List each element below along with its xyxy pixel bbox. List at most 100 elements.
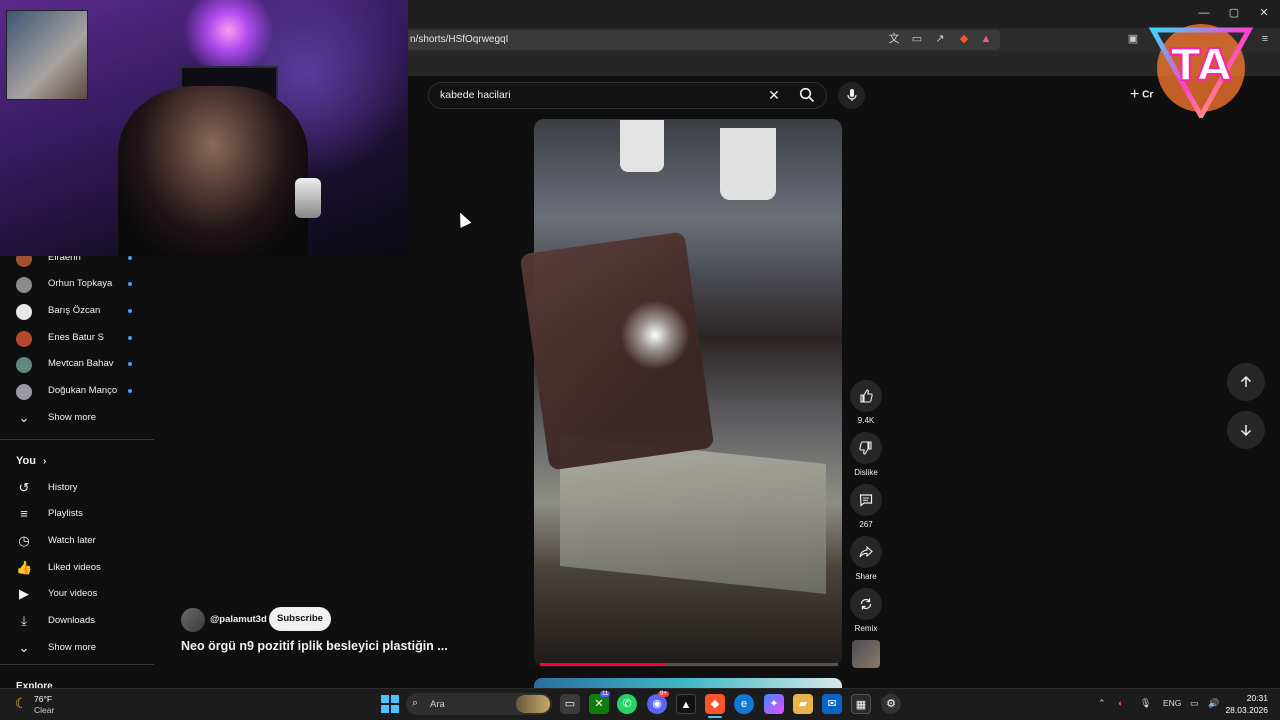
search-highlight-image: [516, 695, 550, 713]
you-section-heading[interactable]: You ›: [16, 455, 46, 467]
subscriptions-show-more[interactable]: ⌄ Show more: [0, 405, 154, 431]
copilot-icon[interactable]: ✦: [764, 694, 784, 714]
microsoft-store-icon[interactable]: ▦: [851, 694, 871, 714]
search-icon: [799, 87, 815, 103]
new-content-dot: [128, 309, 132, 313]
clock-date[interactable]: 28.03.2026: [1222, 705, 1268, 715]
history-icon: ↺: [18, 480, 30, 495]
channel-handle[interactable]: @palamut3d: [210, 614, 267, 625]
new-content-dot: [128, 336, 132, 340]
edge-icon[interactable]: e: [734, 694, 754, 714]
clock-time[interactable]: 20:31: [1222, 693, 1268, 703]
sidebar-item-downloads[interactable]: ⤓ Downloads: [0, 608, 154, 634]
liked-videos-icon: 👍: [16, 560, 33, 575]
show-hidden-icons[interactable]: ⌃: [1098, 698, 1106, 709]
comment-count: 267: [859, 520, 873, 529]
windows-logo-icon: [381, 695, 389, 703]
brave-rewards-icon[interactable]: ▲: [979, 33, 993, 45]
sidebar-item-playlists[interactable]: ≡ Playlists: [0, 501, 154, 527]
you-show-more[interactable]: ⌄ Show more: [0, 635, 154, 661]
sidebar-sub-enes-batur[interactable]: Enes Batur S: [0, 325, 154, 351]
chevron-down-icon: ⌄: [18, 640, 30, 655]
sidebar-sub-mevtcan-bahav[interactable]: Mevtcan Bahav: [0, 351, 154, 377]
cast-icon[interactable]: ▭: [910, 33, 924, 45]
dislike-button[interactable]: [850, 432, 882, 464]
chevron-right-icon: ›: [43, 456, 47, 467]
arrow-up-icon: [1240, 375, 1252, 387]
translate-icon[interactable]: 文: [887, 33, 901, 45]
task-view-icon[interactable]: ▭: [560, 694, 580, 714]
moon-icon[interactable]: ☾: [12, 694, 30, 712]
channel-avatar-small[interactable]: [852, 640, 880, 668]
sidebar-item-history[interactable]: ↺ History: [0, 475, 154, 501]
arrow-down-icon: [1240, 425, 1252, 437]
taskbar-search-placeholder: Ara: [430, 699, 445, 710]
new-content-dot: [128, 282, 132, 286]
file-explorer-icon[interactable]: ▰: [793, 694, 813, 714]
channel-avatar[interactable]: [181, 608, 205, 632]
subscription-name: Doğukan Manço: [48, 385, 118, 396]
sidebar-sub-dogukan-manco[interactable]: Doğukan Manço: [0, 378, 154, 404]
whatsapp-icon[interactable]: ✆: [617, 694, 637, 714]
recording-app-icon[interactable]: ◐: [1118, 698, 1123, 708]
video-scene-spool: [720, 128, 776, 200]
sidebar-divider: [0, 439, 154, 440]
next-short-button[interactable]: [1227, 411, 1265, 449]
comments-button[interactable]: [850, 484, 882, 516]
brave-shields-icon[interactable]: ◆: [957, 33, 971, 45]
chevron-down-icon: ⌄: [18, 410, 30, 425]
xbox-icon[interactable]: ✕: [589, 694, 609, 714]
search-button[interactable]: [792, 83, 822, 107]
close-window-button[interactable]: ✕: [1256, 6, 1272, 20]
like-button[interactable]: [850, 380, 882, 412]
terminal-icon[interactable]: ▲: [676, 694, 696, 714]
dislike-label: Dislike: [854, 468, 878, 477]
avatar: [16, 277, 32, 293]
discord-badge: 9+: [658, 691, 669, 697]
sidebar-panel-icon[interactable]: ▣: [1126, 33, 1140, 45]
remix-label: Remix: [854, 624, 878, 633]
your-videos-icon: ▶: [19, 586, 29, 601]
previous-short-button[interactable]: [1227, 363, 1265, 401]
sidebar-item-watch-later[interactable]: ◷ Watch later: [0, 528, 154, 554]
search-query: kabede hacilari: [440, 89, 511, 101]
webcam-overlay: [0, 0, 408, 256]
remix-button[interactable]: [850, 588, 882, 620]
active-app-indicator: [708, 716, 722, 718]
url-text: n/shorts/HSfOqrwegqI: [410, 34, 509, 45]
start-button[interactable]: [381, 695, 399, 713]
language-indicator[interactable]: ENG: [1163, 698, 1181, 708]
sidebar-sub-orhun-topkaya[interactable]: Orhun Topkaya: [0, 271, 154, 297]
avatar: [16, 331, 32, 347]
microphone-icon[interactable]: 🎙: [1140, 698, 1151, 709]
video-progress-track[interactable]: [665, 663, 838, 666]
share-button[interactable]: [850, 536, 882, 568]
microphone-icon: [846, 89, 857, 101]
clear-search-icon[interactable]: ✕: [766, 86, 782, 104]
menu-icon[interactable]: ≡: [1258, 33, 1272, 45]
discord-icon[interactable]: ◉: [647, 694, 667, 714]
share-icon: [859, 545, 873, 558]
subscribe-button[interactable]: Subscribe: [269, 607, 331, 631]
video-scene-light-glare: [620, 300, 690, 370]
sidebar-item-your-videos[interactable]: ▶ Your videos: [0, 581, 154, 607]
weather-condition: Clear: [34, 705, 55, 715]
sidebar-item-liked-videos[interactable]: 👍 Liked videos: [0, 555, 154, 581]
avatar: [16, 304, 32, 320]
volume-icon[interactable]: 🔊: [1208, 698, 1219, 709]
svg-text:TA: TA: [1171, 40, 1232, 91]
steam-icon[interactable]: ⚙: [881, 694, 901, 714]
avatar: [16, 384, 32, 400]
short-title[interactable]: Neo örgü n9 pozitif iplik besleyici plas…: [181, 639, 448, 653]
studio-microphone: [295, 178, 321, 218]
voice-search-button[interactable]: [838, 82, 865, 109]
sidebar-sub-baris-ozcan[interactable]: Barış Özcan: [0, 298, 154, 324]
new-content-dot: [128, 362, 132, 366]
xbox-badge: 11: [600, 691, 611, 697]
downloads-icon: ⤓: [21, 613, 27, 628]
share-page-icon[interactable]: ↗: [933, 33, 947, 45]
brave-browser-icon[interactable]: ◆: [705, 694, 725, 714]
network-icon[interactable]: ▭: [1190, 698, 1199, 709]
outlook-icon[interactable]: ✉: [822, 694, 842, 714]
watch-later-icon: ◷: [18, 533, 30, 548]
